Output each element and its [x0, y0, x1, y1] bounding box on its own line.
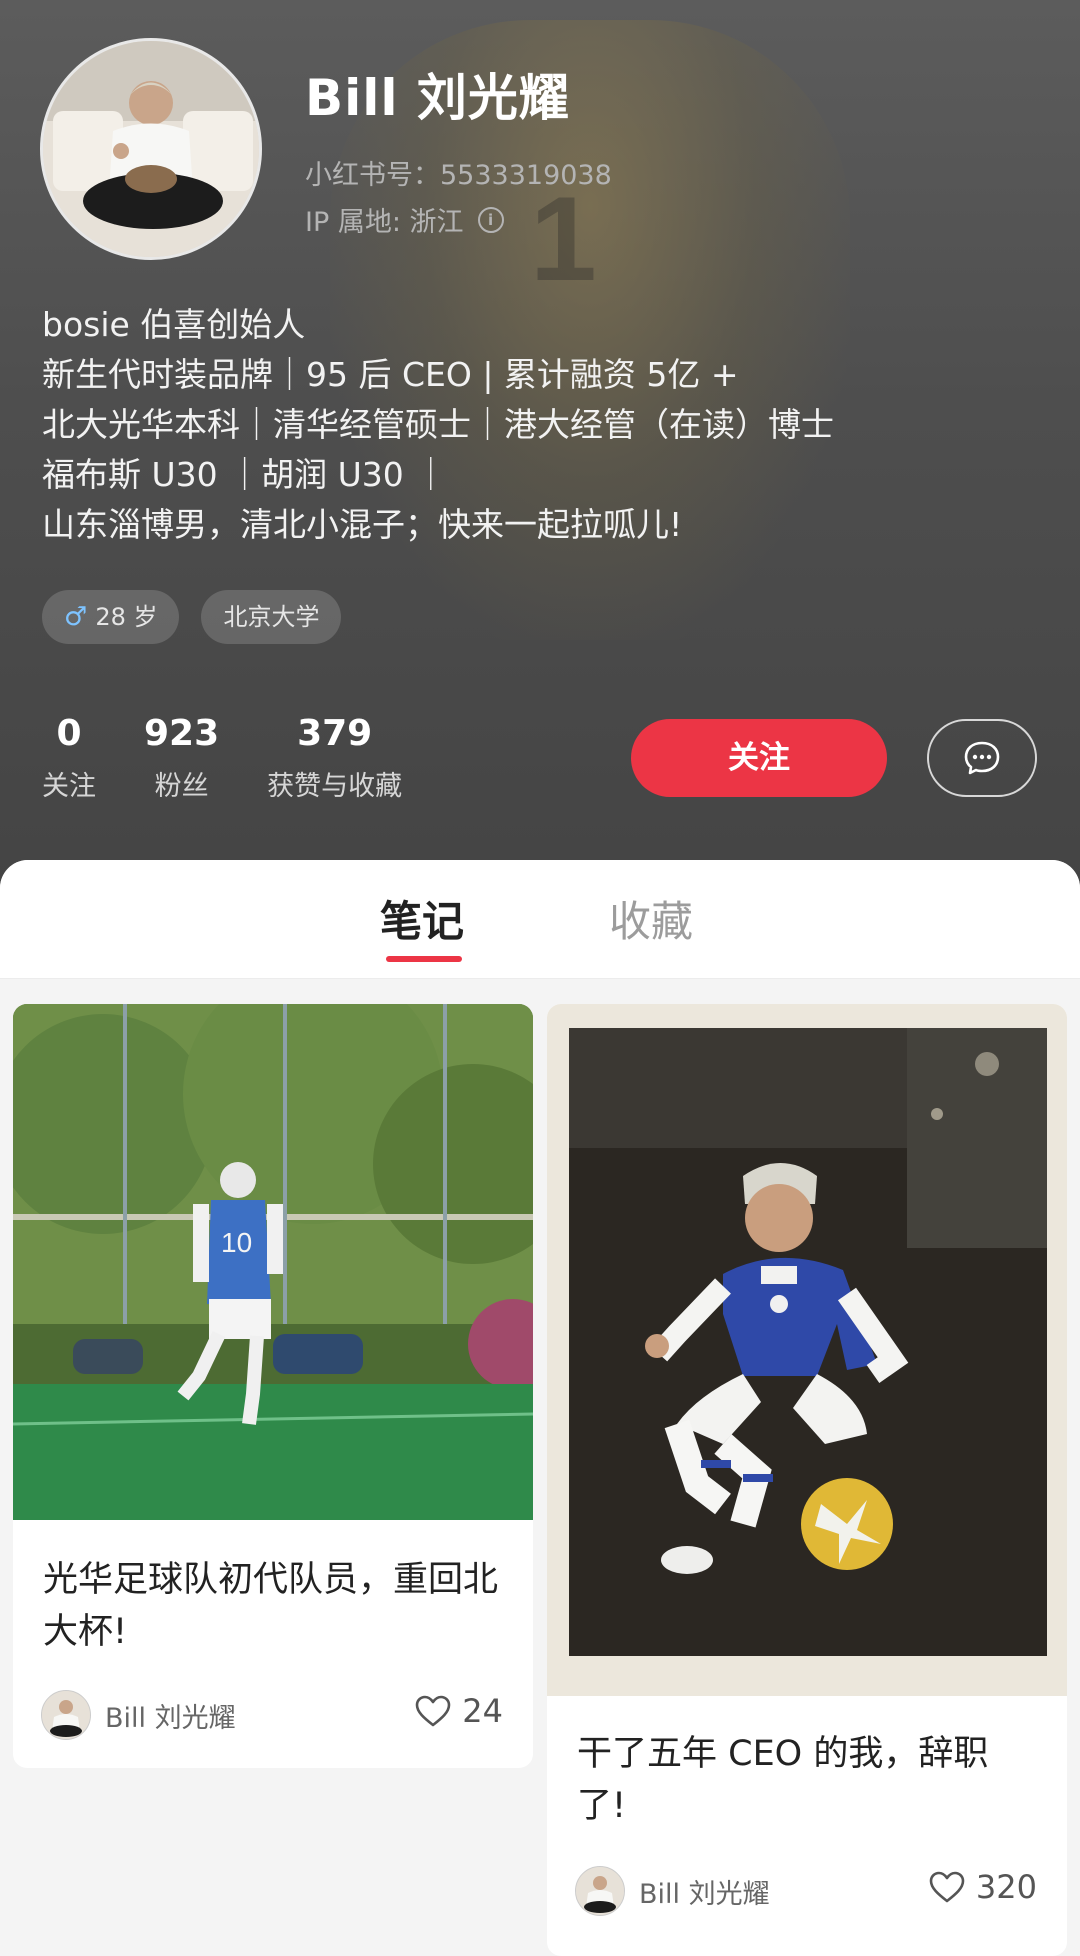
tab-bar: 笔记 收藏 — [0, 860, 1080, 979]
school-label: 北京大学 — [223, 603, 320, 631]
stat-value: 923 — [144, 713, 220, 754]
avatar[interactable] — [40, 38, 262, 260]
heart-icon[interactable] — [414, 1694, 452, 1728]
note-likes[interactable]: 24 — [414, 1692, 503, 1730]
author-name: Bill 刘光耀 — [105, 1702, 236, 1734]
stat-label: 获赞与收藏 — [267, 771, 403, 802]
note-likes[interactable]: 320 — [928, 1868, 1037, 1906]
tab-collect[interactable]: 收藏 — [609, 888, 693, 949]
note-author[interactable]: Bill 刘光耀 — [41, 1690, 236, 1740]
bio-line: 北大光华本科｜清华经管硕士｜港大经管（在读）博士 — [42, 405, 834, 444]
stat-value: 379 — [297, 713, 373, 754]
stat-value: 0 — [56, 713, 82, 754]
male-icon: ♂ — [64, 602, 88, 632]
active-tab-indicator — [386, 956, 462, 962]
svg-text:10: 10 — [221, 1227, 252, 1258]
notes-section: 笔记 收藏 10 光华足球队初代队员，重回北大杯! Bill 刘光耀 24 干了… — [0, 860, 1080, 1956]
note-cover-image[interactable]: 10 — [13, 1004, 533, 1520]
profile-stats: 0 关注 923 粉丝 379 获赞与收藏 — [42, 712, 450, 803]
like-count: 320 — [975, 1868, 1037, 1906]
stat-followers[interactable]: 923 粉丝 — [144, 712, 219, 803]
info-icon[interactable]: i — [477, 206, 504, 233]
school-tag[interactable]: 北京大学 — [201, 590, 342, 644]
follow-button[interactable]: 关注 — [631, 719, 887, 797]
heart-icon[interactable] — [928, 1870, 966, 1904]
note-title[interactable]: 干了五年 CEO 的我，辞职了! — [577, 1728, 1037, 1832]
note-author[interactable]: Bill 刘光耀 — [575, 1866, 770, 1916]
chat-bubble-icon — [964, 741, 1000, 775]
stat-following[interactable]: 0 关注 — [42, 712, 96, 803]
bio-line: 山东淄博男，清北小混子；快来一起拉呱儿! — [42, 505, 683, 544]
stat-label: 关注 — [42, 771, 96, 802]
message-button[interactable] — [927, 719, 1037, 797]
bio-line: bosie 伯喜创始人 — [42, 305, 306, 344]
age-tag: ♂ 28 岁 — [42, 590, 180, 644]
ip-location: IP 属地: 浙江 i — [305, 200, 504, 239]
ip-location-text: IP 属地: 浙江 — [305, 207, 464, 238]
note-title[interactable]: 光华足球队初代队员，重回北大杯! — [43, 1554, 503, 1658]
like-count: 24 — [462, 1692, 503, 1730]
author-avatar[interactable] — [575, 1866, 625, 1916]
author-avatar[interactable] — [41, 1690, 91, 1740]
bio: bosie 伯喜创始人 新生代时装品牌｜95 后 CEO | 累计融资 5亿 +… — [42, 300, 1042, 550]
age-label: 28 岁 — [95, 603, 158, 631]
profile-tags: ♂ 28 岁 北京大学 — [42, 590, 342, 644]
note-cover-image[interactable] — [547, 1004, 1067, 1696]
bio-line: 福布斯 U30 ｜胡润 U30 ｜ — [42, 455, 448, 494]
author-name: Bill 刘光耀 — [639, 1878, 770, 1910]
profile-header: 1 Bill 刘光耀 小红书号：5533319038 IP 属地: 浙江 i b… — [0, 0, 1080, 900]
stat-label: 粉丝 — [154, 771, 209, 802]
tab-notes[interactable]: 笔记 — [380, 888, 464, 949]
display-name: Bill 刘光耀 — [305, 69, 570, 127]
note-card[interactable]: 干了五年 CEO 的我，辞职了! Bill 刘光耀 320 — [547, 1004, 1067, 1956]
user-id: 小红书号：5533319038 — [305, 160, 612, 191]
note-card[interactable]: 10 光华足球队初代队员，重回北大杯! Bill 刘光耀 24 — [13, 1004, 533, 1768]
bio-line: 新生代时装品牌｜95 后 CEO | 累计融资 5亿 + — [42, 355, 739, 394]
stat-likes-collects[interactable]: 379 获赞与收藏 — [267, 712, 402, 803]
